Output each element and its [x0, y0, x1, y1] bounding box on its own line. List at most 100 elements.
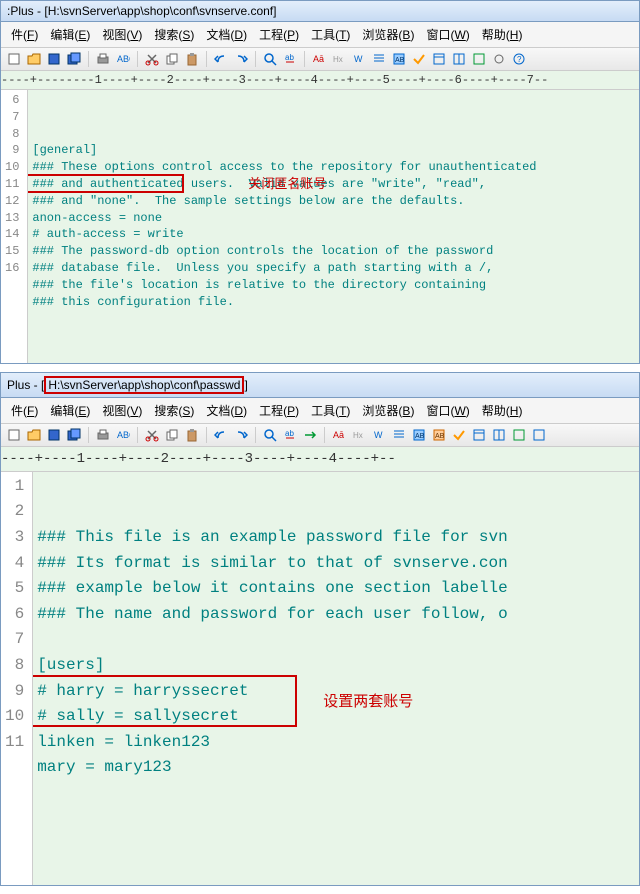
code-line[interactable]: # sally = sallysecret: [37, 704, 635, 730]
word-wrap-icon[interactable]: W: [370, 426, 388, 444]
code-line[interactable]: ### database file. Unless you specify a …: [32, 260, 635, 277]
save-icon[interactable]: [45, 426, 63, 444]
line-number: 11: [5, 176, 19, 193]
redo-icon[interactable]: [232, 426, 250, 444]
copy-icon[interactable]: [163, 50, 181, 68]
menu-t[interactable]: 工具(T): [305, 400, 356, 421]
redo-icon[interactable]: [232, 50, 250, 68]
check-icon[interactable]: [410, 50, 428, 68]
copy-icon[interactable]: [163, 426, 181, 444]
find-icon[interactable]: [261, 426, 279, 444]
highlight-2-icon[interactable]: AB: [430, 426, 448, 444]
replace-icon[interactable]: ab: [281, 50, 299, 68]
code-line[interactable]: [users]: [37, 653, 635, 679]
line-number: 15: [5, 243, 19, 260]
paste-icon[interactable]: [183, 50, 201, 68]
undo-icon[interactable]: [212, 50, 230, 68]
menu-p[interactable]: 工程(P): [253, 24, 305, 45]
menu-w[interactable]: 窗口(W): [420, 24, 475, 45]
help-icon[interactable]: ?: [510, 50, 528, 68]
undo-icon[interactable]: [212, 426, 230, 444]
panel-3-icon[interactable]: [510, 426, 528, 444]
find-icon[interactable]: [261, 50, 279, 68]
code-area[interactable]: 1234567891011 ### This file is an exampl…: [1, 472, 639, 886]
save-icon[interactable]: [45, 50, 63, 68]
menu-s[interactable]: 搜索(S): [148, 24, 200, 45]
replace-icon[interactable]: ab: [281, 426, 299, 444]
code-line[interactable]: anon-access = none: [32, 210, 635, 227]
code-line[interactable]: mary = mary123: [37, 755, 635, 781]
menu-d[interactable]: 文档(D): [200, 400, 253, 421]
paste-icon[interactable]: [183, 426, 201, 444]
code-line[interactable]: ### and authenticated users. Valid value…: [32, 176, 635, 193]
code-line[interactable]: [general]: [32, 142, 635, 159]
save-all-icon[interactable]: [65, 426, 83, 444]
panel-2-icon[interactable]: [490, 426, 508, 444]
panel-2-icon[interactable]: [450, 50, 468, 68]
code-line[interactable]: ### example below it contains one sectio…: [37, 576, 635, 602]
code-line[interactable]: [32, 126, 635, 143]
code-area[interactable]: 678910111213141516 [general]### These op…: [1, 90, 639, 363]
code-content[interactable]: ### This file is an example password fil…: [33, 472, 639, 886]
settings-icon[interactable]: [490, 50, 508, 68]
menu-t[interactable]: 工具(T): [305, 24, 356, 45]
menu-v[interactable]: 视图(V): [96, 24, 148, 45]
case-toggle-icon[interactable]: Aā: [310, 50, 328, 68]
line-number: 13: [5, 210, 19, 227]
menu-f[interactable]: 件(F): [5, 24, 44, 45]
code-line[interactable]: ### This file is an example password fil…: [37, 525, 635, 551]
print-icon[interactable]: [94, 50, 112, 68]
hex-icon[interactable]: Hx: [350, 426, 368, 444]
cut-icon[interactable]: [143, 426, 161, 444]
menu-p[interactable]: 工程(P): [253, 400, 305, 421]
spell-icon[interactable]: ABC: [114, 426, 132, 444]
code-line[interactable]: linken = linken123: [37, 730, 635, 756]
new-file-icon[interactable]: [5, 426, 23, 444]
open-file-icon[interactable]: [25, 50, 43, 68]
spell-icon[interactable]: ABC: [114, 50, 132, 68]
code-line[interactable]: ### this configuration file.: [32, 294, 635, 311]
cut-icon[interactable]: [143, 50, 161, 68]
highlight-icon[interactable]: AB: [390, 50, 408, 68]
menu-e[interactable]: 编辑(E): [44, 24, 96, 45]
case-toggle-icon[interactable]: Aā: [330, 426, 348, 444]
new-file-icon[interactable]: [5, 50, 23, 68]
goto-icon[interactable]: [301, 426, 319, 444]
show-para-icon[interactable]: [370, 50, 388, 68]
menu-e[interactable]: 编辑(E): [44, 400, 96, 421]
menu-f[interactable]: 件(F): [5, 400, 44, 421]
code-line[interactable]: ### the file's location is relative to t…: [32, 277, 635, 294]
menu-s[interactable]: 搜索(S): [148, 400, 200, 421]
check-icon[interactable]: [450, 426, 468, 444]
code-content[interactable]: [general]### These options control acces…: [28, 90, 639, 363]
code-line[interactable]: # auth-access = write: [32, 226, 635, 243]
code-line[interactable]: ### These options control access to the …: [32, 159, 635, 176]
code-line[interactable]: ### The name and password for each user …: [37, 602, 635, 628]
line-number: 10: [5, 704, 24, 730]
code-line[interactable]: [37, 781, 635, 807]
menu-d[interactable]: 文档(D): [200, 24, 253, 45]
panel-4-icon[interactable]: [530, 426, 548, 444]
code-line[interactable]: ### The password-db option controls the …: [32, 243, 635, 260]
code-line[interactable]: ### and "none". The sample settings belo…: [32, 193, 635, 210]
menu-b[interactable]: 浏览器(B): [356, 400, 420, 421]
menu-h[interactable]: 帮助(H): [476, 400, 529, 421]
menu-v[interactable]: 视图(V): [96, 400, 148, 421]
panel-1-icon[interactable]: [470, 426, 488, 444]
save-all-icon[interactable]: [65, 50, 83, 68]
panel-3-icon[interactable]: [470, 50, 488, 68]
code-line[interactable]: # harry = harryssecret: [37, 679, 635, 705]
hex-icon[interactable]: Hx: [330, 50, 348, 68]
panel-1-icon[interactable]: [430, 50, 448, 68]
highlight-1-icon[interactable]: AB: [410, 426, 428, 444]
open-file-icon[interactable]: [25, 426, 43, 444]
menu-b[interactable]: 浏览器(B): [356, 24, 420, 45]
show-para-icon[interactable]: [390, 426, 408, 444]
print-icon[interactable]: [94, 426, 112, 444]
line-number: 11: [5, 730, 24, 756]
menu-w[interactable]: 窗口(W): [420, 400, 475, 421]
code-line[interactable]: ### Its format is similar to that of svn…: [37, 551, 635, 577]
word-wrap-icon[interactable]: W: [350, 50, 368, 68]
code-line[interactable]: [37, 627, 635, 653]
menu-h[interactable]: 帮助(H): [476, 24, 529, 45]
